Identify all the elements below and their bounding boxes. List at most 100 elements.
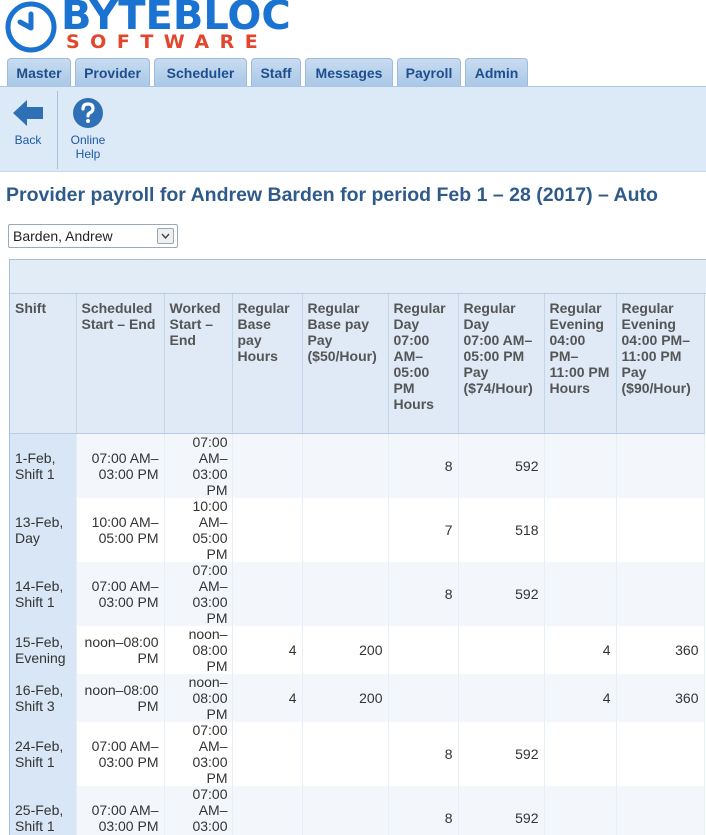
table-row[interactable]: 24-Feb, Shift 1 07:00 AM– 03:00 PM 07:00 AM– 0… (10, 721, 705, 786)
cell-scheduled: noon–08:00 PM (76, 625, 165, 674)
cell-base-pay (302, 433, 389, 498)
question-circle-icon (73, 98, 103, 128)
cell-day-pay: 518 (458, 497, 545, 562)
column-header-worked[interactable]: Worked Start – End (164, 294, 233, 434)
tab-scheduler[interactable]: Scheduler (154, 58, 247, 87)
cell-day-pay: 592 (458, 785, 545, 835)
cell-day-pay: 592 (458, 433, 545, 498)
cell-shift: 1-Feb, Shift 1 (10, 433, 77, 498)
column-header-day-hours[interactable]: Regular Day 07:00 AM– 05:00 PM Hours (388, 294, 459, 434)
cell-base-hours: 4 (232, 625, 303, 674)
page-title: Provider payroll for Andrew Barden for p… (6, 184, 658, 206)
cell-evening-pay (616, 785, 705, 835)
chevron-down-icon (161, 233, 170, 239)
cell-evening-pay (616, 433, 705, 498)
cell-evening-hours (544, 433, 617, 498)
cell-base-hours: 4 (232, 673, 303, 722)
help-label-line1: Online (70, 133, 106, 147)
cell-base-pay (302, 561, 389, 626)
cell-base-pay: 200 (302, 673, 389, 722)
tab-master[interactable]: Master (7, 58, 71, 87)
select-arrow[interactable] (157, 228, 174, 244)
table-row[interactable]: 13-Feb, Day 10:00 AM– 05:00 PM 10:00 AM– 05:00… (10, 497, 705, 562)
column-header-scheduled[interactable]: Scheduled Start – End (76, 294, 165, 434)
cell-day-hours (388, 673, 459, 722)
tab-messages[interactable]: Messages (305, 58, 393, 87)
toolbar-divider (57, 91, 58, 169)
cell-evening-pay (616, 497, 705, 562)
cell-scheduled: 07:00 AM– 03:00 PM (76, 721, 165, 786)
cell-day-pay (458, 625, 545, 674)
cell-day-hours: 8 (388, 785, 459, 835)
tab-staff[interactable]: Staff (251, 58, 301, 87)
cell-evening-hours: 4 (544, 673, 617, 722)
cell-day-hours: 7 (388, 497, 459, 562)
cell-shift: 15-Feb, Evening (10, 625, 77, 674)
cell-worked: 07:00AM–03:00PM (164, 721, 233, 786)
cell-scheduled: 07:00 AM– 03:00 PM (76, 785, 165, 835)
cell-base-hours (232, 721, 303, 786)
table-row[interactable]: 15-Feb, Evening noon–08:00 PM noon– 08:00 PM 4 2… (10, 625, 705, 674)
toolbar: Back Online Help (0, 86, 706, 172)
column-header-shift[interactable]: Shift (10, 294, 77, 434)
cell-base-pay (302, 721, 389, 786)
cell-base-hours (232, 785, 303, 835)
cell-worked: noon– 08:00 PM (164, 673, 233, 722)
cell-evening-pay (616, 561, 705, 626)
cell-evening-hours: 4 (544, 625, 617, 674)
cell-base-hours (232, 497, 303, 562)
logo: BYTEBLOC SOFTWARE (0, 0, 320, 56)
table-row[interactable]: 1-Feb, Shift 1 07:00 AM– 03:00 PM 07:00 AM– 03… (10, 433, 705, 498)
help-label-line2: Help (75, 147, 101, 161)
cell-worked: 07:00AM–03:00PM (164, 785, 233, 835)
table-row[interactable]: 25-Feb, Shift 1 07:00 AM– 03:00 PM 07:00 AM– 0… (10, 785, 705, 835)
cell-day-pay: 592 (458, 721, 545, 786)
cell-worked: 07:00AM–03:00PM (164, 561, 233, 626)
cell-day-hours (388, 625, 459, 674)
cell-base-pay: 200 (302, 625, 389, 674)
cell-evening-pay: 360 (616, 625, 705, 674)
cell-worked: 10:00 AM– 05:00 PM (164, 497, 233, 562)
table-row[interactable]: 16-Feb, Shift 3 noon–08:00 PM noon– 08:00 PM 4 2… (10, 673, 705, 722)
column-header-base-hours[interactable]: Regular Base pay Hours (232, 294, 303, 434)
cell-worked: noon– 08:00 PM (164, 625, 233, 674)
cell-scheduled: noon–08:00 PM (76, 673, 165, 722)
cell-shift: 16-Feb, Shift 3 (10, 673, 77, 722)
cell-evening-hours (544, 561, 617, 626)
cell-scheduled: 07:00 AM– 03:00 PM (76, 433, 165, 498)
payroll-table: Shift Scheduled Start – End Worked Start – En… (10, 294, 705, 835)
payroll-table-container: Shift Scheduled Start – End Worked Start – En… (9, 259, 706, 835)
column-header-evening-pay[interactable]: Regular Evening 04:00 PM– 11:00 PM Pay ($90/H… (616, 294, 705, 434)
tab-payroll[interactable]: Payroll (397, 58, 461, 87)
cell-base-pay (302, 497, 389, 562)
cell-worked: 07:00AM–03:00PM (164, 433, 233, 498)
column-header-day-pay[interactable]: Regular Day 07:00 AM– 05:00 PM Pay ($74/Hour) (458, 294, 545, 434)
column-header-base-pay[interactable]: Regular Base pay Pay ($50/Hour) (302, 294, 389, 434)
back-button[interactable]: Back (6, 87, 50, 173)
provider-select[interactable]: Barden, Andrew (8, 224, 178, 248)
table-toolbar-band (10, 260, 706, 294)
clock-icon (5, 1, 57, 53)
online-help-button[interactable]: Online Help (64, 87, 112, 173)
cell-evening-hours (544, 497, 617, 562)
cell-evening-hours (544, 785, 617, 835)
cell-shift: 24-Feb, Shift 1 (10, 721, 77, 786)
tab-provider[interactable]: Provider (75, 58, 150, 87)
cell-day-pay (458, 673, 545, 722)
cell-shift: 25-Feb, Shift 1 (10, 785, 77, 835)
cell-day-hours: 8 (388, 721, 459, 786)
cell-scheduled: 10:00 AM– 05:00 PM (76, 497, 165, 562)
table-body: 1-Feb, Shift 1 07:00 AM– 03:00 PM 07:00 AM– 03… (10, 433, 705, 835)
cell-base-hours (232, 433, 303, 498)
cell-shift: 14-Feb, Shift 1 (10, 561, 77, 626)
logo-text-bottom: SOFTWARE (66, 31, 269, 53)
cell-base-pay (302, 785, 389, 835)
cell-base-hours (232, 561, 303, 626)
table-row[interactable]: 14-Feb, Shift 1 07:00 AM– 03:00 PM 07:00 AM– 0… (10, 561, 705, 626)
tab-admin[interactable]: Admin (465, 58, 528, 87)
cell-scheduled: 07:00 AM– 03:00 PM (76, 561, 165, 626)
cell-evening-pay: 360 (616, 673, 705, 722)
cell-day-hours: 8 (388, 561, 459, 626)
table-header-row: Shift Scheduled Start – End Worked Start – En… (10, 294, 705, 434)
column-header-evening-hours[interactable]: Regular Evening 04:00 PM– 11:00 PM Hours (544, 294, 617, 434)
